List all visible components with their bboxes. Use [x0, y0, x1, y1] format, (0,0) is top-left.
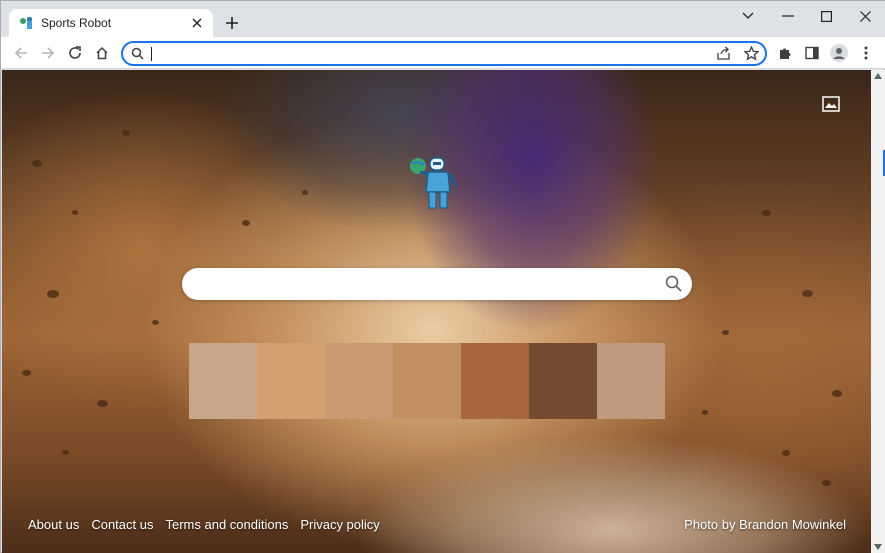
person-icon[interactable]: [828, 42, 850, 64]
privacy-policy-link[interactable]: Privacy policy: [300, 517, 379, 532]
shortcut-tile[interactable]: [189, 343, 257, 419]
text-caret: [151, 47, 152, 61]
maximize-icon[interactable]: [811, 5, 841, 27]
new-tab-page: About us Contact us Terms and conditions…: [2, 70, 871, 553]
arrow-right-icon[interactable]: [37, 42, 59, 64]
shortcut-tile[interactable]: [597, 343, 665, 419]
scrollbar[interactable]: [871, 70, 885, 553]
shortcut-tile[interactable]: [529, 343, 597, 419]
chevron-down-icon[interactable]: [733, 5, 763, 27]
contact-us-link[interactable]: Contact us: [91, 517, 153, 532]
shortcut-tile[interactable]: [461, 343, 529, 419]
image-icon[interactable]: [822, 96, 840, 112]
share-icon[interactable]: [716, 46, 731, 61]
shortcut-tile[interactable]: [257, 343, 325, 419]
address-bar[interactable]: [121, 41, 767, 66]
reload-icon[interactable]: [64, 42, 86, 64]
shortcut-tiles: [189, 343, 687, 419]
sports-robot-logo: [410, 157, 458, 209]
shortcut-tile[interactable]: [393, 343, 461, 419]
home-icon[interactable]: [91, 42, 113, 64]
minimize-icon[interactable]: [773, 5, 803, 27]
arrow-left-icon[interactable]: [10, 42, 32, 64]
footer-links: About us Contact us Terms and conditions…: [28, 517, 380, 532]
shortcut-tile[interactable]: [325, 343, 393, 419]
about-us-link[interactable]: About us: [28, 517, 79, 532]
search-input[interactable]: [198, 274, 658, 294]
close-window-icon[interactable]: [850, 5, 880, 27]
browser-window: Sports Robot About us Contact us Terms a…: [0, 0, 885, 553]
tab-sports-robot[interactable]: Sports Robot: [9, 9, 213, 37]
terms-link[interactable]: Terms and conditions: [165, 517, 288, 532]
tab-title: Sports Robot: [41, 16, 112, 30]
star-icon[interactable]: [744, 46, 759, 61]
robot-favicon-icon: [20, 17, 32, 29]
search-box[interactable]: [182, 268, 692, 300]
close-icon[interactable]: [189, 15, 205, 31]
plus-icon[interactable]: [222, 13, 242, 33]
photo-credit[interactable]: Photo by Brandon Mowinkel: [684, 517, 846, 532]
search-icon[interactable]: [665, 275, 682, 292]
scroll-up-icon[interactable]: [874, 73, 882, 79]
scroll-down-icon[interactable]: [874, 544, 882, 550]
kebab-menu-icon[interactable]: [855, 42, 877, 64]
search-icon: [131, 47, 144, 60]
tab-strip: Sports Robot: [1, 1, 885, 37]
puzzle-icon[interactable]: [774, 42, 796, 64]
side-panel-icon[interactable]: [801, 42, 823, 64]
address-input[interactable]: [153, 45, 713, 63]
toolbar: [1, 37, 885, 69]
